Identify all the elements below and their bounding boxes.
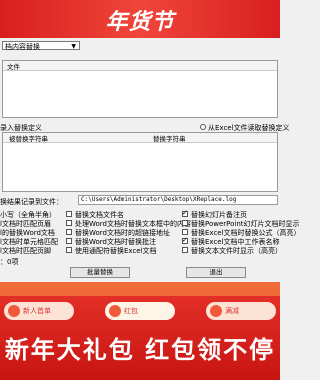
option-checkbox[interactable] — [66, 229, 72, 235]
gift-icon — [8, 305, 20, 317]
mode-select-value: 档内容替换 — [5, 43, 40, 51]
batch-replace-button[interactable]: 批量替换 — [70, 267, 130, 278]
coupon-icon — [109, 305, 121, 317]
option-checkbox[interactable] — [66, 220, 72, 226]
option-label: l文档时匹配页脚 — [0, 247, 51, 255]
replace-table[interactable]: 被替换字符串 替换字符串 — [2, 132, 278, 192]
promo-slogan: 新年大礼包 红包领不停 — [4, 336, 276, 364]
replace-table-header: 被替换字符串 替换字符串 — [3, 133, 277, 143]
file-list[interactable]: 文件 — [2, 60, 278, 118]
promo-pill-label: 满减 — [225, 307, 239, 315]
promo-pill[interactable]: 红包 — [105, 302, 175, 320]
log-path-value: C:\Users\Administrator\Desktop\XReplace.… — [81, 196, 237, 203]
chevron-down-icon: ▼ — [71, 43, 76, 50]
banner-title: 年货节 — [105, 10, 175, 35]
log-label: 换结果记录到文件： — [0, 198, 63, 206]
option-label: 替换文本文件时显示（高亮） — [191, 247, 282, 255]
exit-button[interactable]: 退出 — [186, 267, 246, 278]
find-column-header: 被替换字符串 — [9, 135, 48, 143]
replace-column-header: 替换字符串 — [153, 135, 186, 143]
promo-pill[interactable]: 新人首单 — [4, 302, 74, 320]
file-list-header: 文件 — [3, 61, 277, 71]
file-column-header: 文件 — [7, 63, 20, 71]
promo-banner-bottom: 新人首单 红包 满减 新年大礼包 红包领不停 — [0, 282, 280, 380]
promo-pill-label: 新人首单 — [23, 307, 51, 315]
promo-pill[interactable]: 满减 — [206, 302, 276, 320]
option-checkbox[interactable] — [182, 229, 188, 235]
option-checkbox[interactable] — [182, 236, 188, 244]
status-text: ：0项 — [0, 258, 19, 266]
option-checkbox[interactable] — [182, 220, 188, 226]
replace-app-window: 档内容替换 ▼ 文件 录入替换定义 从Excel文件读取替换定义 被替换字符串 … — [0, 38, 301, 282]
excel-option-radio[interactable] — [200, 124, 206, 130]
banner-decoration — [0, 282, 280, 296]
promo-pill-label: 红包 — [124, 307, 138, 315]
promo-banner-top: 年货节 — [0, 0, 280, 38]
option-checkbox[interactable] — [66, 238, 72, 244]
option-checkbox[interactable] — [66, 247, 72, 253]
discount-icon — [210, 305, 222, 317]
option-checkbox[interactable] — [182, 247, 188, 253]
option-label: 使用通配符替换Excel文档 — [75, 247, 157, 255]
log-path-input[interactable]: C:\Users\Administrator\Desktop\XReplace.… — [78, 195, 278, 205]
option-checkbox[interactable] — [182, 209, 188, 217]
mode-select[interactable]: 档内容替换 ▼ — [2, 41, 80, 51]
option-checkbox[interactable] — [66, 211, 72, 217]
